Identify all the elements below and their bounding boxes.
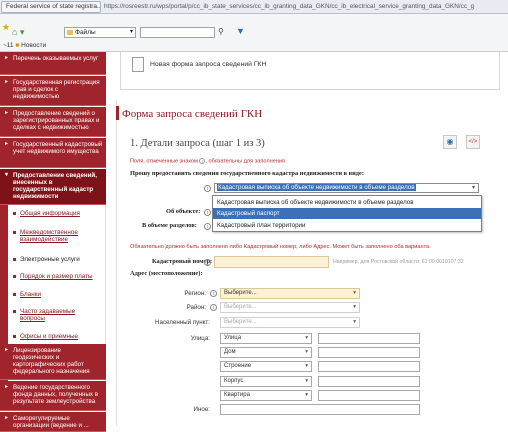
building-type-select[interactable]: Строение ▾ bbox=[220, 361, 312, 372]
sidebar-subitem-forms[interactable]: Бланки bbox=[13, 291, 41, 298]
required-marker-icon: ! bbox=[204, 259, 211, 266]
required-marker-icon: ! bbox=[204, 185, 211, 192]
sidebar-item-land-data-fund[interactable]: Ведение государственного фонда данных, п… bbox=[0, 381, 106, 411]
building-type-value: Строение bbox=[224, 363, 252, 369]
scope-label: В объеме разделов: bbox=[142, 222, 197, 229]
street-type-value: Улица bbox=[224, 335, 242, 341]
folder-select[interactable]: Файлы ▾ bbox=[64, 27, 136, 38]
cadastral-number-hint: Например, для Ростовской области: 61:09:… bbox=[333, 259, 464, 265]
block-input[interactable] bbox=[318, 376, 420, 387]
locality-value: Выберите... bbox=[224, 319, 257, 325]
sidebar-subitem-offices[interactable]: Офисы и приемные bbox=[12, 333, 78, 340]
sidebar-subitem-fees[interactable]: Порядок и размер платы bbox=[13, 273, 93, 280]
news-prefix: ~11 bbox=[3, 42, 14, 49]
block-type-select[interactable]: Корпус ▾ bbox=[220, 376, 312, 387]
required-note-b: , обязательны для заполнения bbox=[205, 158, 286, 165]
chevron-down-icon: ▾ bbox=[353, 290, 356, 296]
chevron-down-icon: ▾ bbox=[305, 349, 308, 355]
other-label: Иное: bbox=[193, 406, 210, 413]
top-card bbox=[120, 52, 500, 90]
request-type-select[interactable]: Кадастровая выписка об объекте недвижимо… bbox=[214, 183, 479, 193]
other-input[interactable] bbox=[220, 404, 420, 415]
chevron-down-icon: ▾ bbox=[305, 378, 308, 384]
document-icon bbox=[132, 57, 144, 72]
region-select[interactable]: Выберите... ▾ bbox=[220, 288, 360, 299]
block-type-value: Корпус bbox=[224, 378, 244, 384]
sidebar-item-registration[interactable]: Государственная регистрация прав и сдело… bbox=[0, 76, 106, 106]
toolbar-search-input[interactable] bbox=[140, 27, 215, 38]
address-warning-note: Обязательно должно быть заполнено либо К… bbox=[130, 244, 431, 250]
step-title: 1. Детали запроса (шаг 1 из 3) bbox=[130, 138, 265, 149]
sidebar-item-services-list[interactable]: Перечень оказываемых услуг bbox=[0, 52, 106, 75]
required-note: Поля, отмеченные знаком !, обязательны д… bbox=[130, 158, 285, 164]
folder-icon bbox=[67, 30, 73, 35]
sidebar: Перечень оказываемых услуг Государственн… bbox=[0, 52, 108, 432]
address-label: Адрес (местоположение): bbox=[130, 270, 203, 277]
preview-eye-icon[interactable]: ◉ bbox=[443, 135, 457, 149]
required-marker-icon: ! bbox=[210, 290, 217, 297]
url-field[interactable]: https://rosreestr.ru/wps/portal/p/cc_ib_… bbox=[104, 2, 474, 12]
chevron-down-icon: ▾ bbox=[353, 319, 356, 325]
dropdown-option[interactable]: Кадастровый план территории bbox=[213, 220, 481, 231]
page-title: Форма запроса сведений ГКН bbox=[122, 108, 263, 120]
house-input[interactable] bbox=[318, 347, 420, 358]
sidebar-item-rights-info[interactable]: Предоставление сведений о зарегистрирова… bbox=[0, 107, 106, 137]
required-marker-icon: ! bbox=[204, 223, 211, 230]
topcard-text: Новая форма запроса сведений ГКН bbox=[150, 61, 267, 68]
apartment-input[interactable] bbox=[318, 390, 420, 401]
dropdown-option[interactable]: Кадастровая выписка об объекте недвижимо… bbox=[213, 197, 481, 208]
district-value: Выберите... bbox=[224, 304, 257, 310]
apartment-type-select[interactable]: Квартира ▾ bbox=[220, 390, 312, 401]
required-marker-icon: ! bbox=[204, 209, 211, 216]
sidebar-item-licensing[interactable]: Лицензирование геодезических и картограф… bbox=[0, 344, 106, 380]
district-select[interactable]: Выберите... ▾ bbox=[220, 302, 360, 313]
sidebar-subitem-general[interactable]: Общая информация bbox=[13, 210, 80, 217]
house-type-select[interactable]: Дом ▾ bbox=[220, 347, 312, 358]
sidebar-item-gkn-info[interactable]: Предоставление сведений, внесенных в гос… bbox=[0, 169, 106, 205]
chevron-down-icon: ▾ bbox=[305, 335, 308, 341]
browser-tab[interactable]: Federal service of state registra... (RU… bbox=[1, 1, 101, 13]
xml-code-icon[interactable]: </> bbox=[466, 135, 480, 149]
object-label: Об объекте: bbox=[166, 208, 201, 215]
chevron-down-icon: ▾ bbox=[353, 304, 356, 310]
news-icon: ■ bbox=[15, 42, 20, 49]
apartment-type-value: Квартира bbox=[224, 392, 250, 398]
sidebar-subitem-faq[interactable]: Часто задаваемые вопросы bbox=[13, 308, 90, 322]
title-accent bbox=[116, 106, 119, 120]
request-type-dropdown: Кадастровая выписка об объекте недвижимо… bbox=[212, 195, 482, 232]
chevron-down-icon: ▾ bbox=[305, 392, 308, 398]
required-note-a: Поля, отмеченные знаком bbox=[130, 158, 198, 165]
sidebar-subitem-interagency[interactable]: Межведомственное взаимодействие bbox=[13, 229, 100, 243]
pin-icon[interactable]: ▼ bbox=[236, 26, 245, 36]
house-type-value: Дом bbox=[224, 349, 236, 355]
news-label: Новости bbox=[21, 42, 47, 49]
street-input[interactable] bbox=[318, 333, 420, 344]
request-type-label: Прошу предоставить сведения государствен… bbox=[130, 170, 364, 177]
content-divider bbox=[116, 100, 117, 426]
sidebar-item-sro[interactable]: Саморегулируемые организации (ведение и … bbox=[0, 412, 106, 432]
home-icon[interactable]: ⌂ ▾ bbox=[12, 27, 24, 38]
dropdown-option[interactable]: Кадастровый паспорт bbox=[213, 208, 481, 219]
street-label: Улица: bbox=[190, 335, 210, 342]
required-marker-icon: ! bbox=[210, 304, 217, 311]
news-bookmark[interactable]: ~11 ■ Новости bbox=[3, 41, 46, 51]
locality-select[interactable]: Выберите... ▾ bbox=[220, 317, 360, 328]
sidebar-item-cadastral-registration[interactable]: Государственный кадастровый учет недвижи… bbox=[0, 138, 106, 168]
street-type-select[interactable]: Улица ▾ bbox=[220, 333, 312, 344]
locality-label: Населенный пункт: bbox=[155, 319, 210, 326]
building-input[interactable] bbox=[318, 361, 420, 372]
district-label: Район: bbox=[186, 304, 206, 311]
chevron-down-icon: ▾ bbox=[129, 29, 133, 35]
region-label: Регион: bbox=[184, 290, 206, 297]
cadastral-number-input[interactable] bbox=[214, 256, 329, 268]
folder-select-value: Файлы bbox=[75, 29, 96, 36]
request-type-value: Кадастровая выписка об объекте недвижимо… bbox=[217, 184, 416, 191]
region-value: Выберите... bbox=[224, 290, 257, 296]
chevron-down-icon: ▾ bbox=[305, 363, 308, 369]
favorites-star-icon[interactable]: ★ bbox=[2, 22, 10, 33]
sidebar-subitem-e-services[interactable]: Электронные услуги bbox=[13, 256, 80, 263]
search-icon[interactable]: ⚲ bbox=[218, 27, 224, 36]
chevron-down-icon: ▾ bbox=[471, 185, 475, 191]
